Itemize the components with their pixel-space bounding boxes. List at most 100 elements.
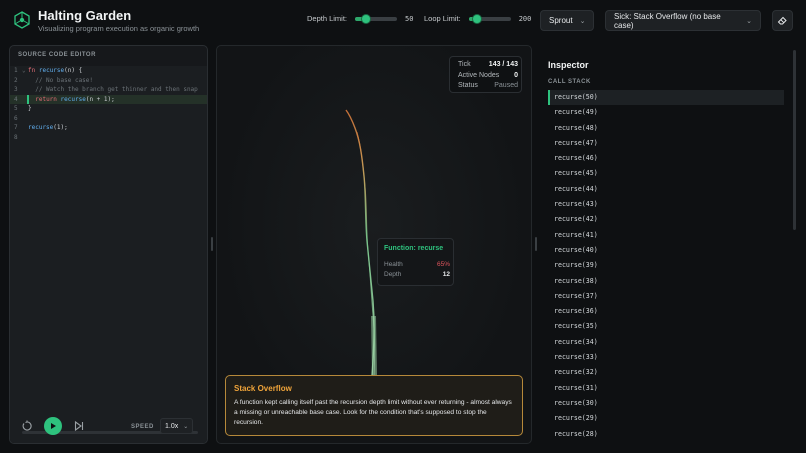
code-token: (1); (53, 124, 68, 131)
call-stack-item[interactable]: recurse(29) (548, 411, 784, 426)
speed-dropdown[interactable]: 1.0x ⌄ (160, 418, 193, 434)
code-editor[interactable]: 1 ⌄ fn recurse(n) {2 // No base case! 3 // … (10, 66, 207, 443)
code-token: recurse (28, 124, 54, 131)
tooltip-health-label: Health (384, 261, 403, 268)
line-number: 4 (14, 95, 18, 103)
line-number: 3 (14, 86, 18, 93)
inspector-title: Inspector (548, 60, 589, 70)
call-stack-header: CALL STACK (548, 79, 591, 85)
editor-header: SOURCE CODE EDITOR (18, 52, 96, 58)
play-icon (51, 423, 56, 429)
call-stack-item[interactable]: recurse(48) (548, 121, 784, 136)
eraser-icon (777, 16, 787, 25)
source-code-editor-panel: SOURCE CODE EDITOR 1 ⌄ fn recurse(n) {2 //… (9, 45, 208, 444)
stat-active-nodes: Active Nodes 0 (458, 72, 518, 79)
code-token: (n) { (64, 67, 83, 74)
speed-value: 1.0x (165, 422, 179, 430)
right-split-handle[interactable] (535, 237, 537, 251)
call-stack-item[interactable]: recurse(39) (548, 258, 784, 273)
stat-tick: Tick 143 / 143 (458, 61, 518, 68)
call-stack-item[interactable]: recurse(43) (548, 197, 784, 212)
scenario-dropdown[interactable]: Sick: Stack Overflow (no base case) ⌄ (605, 10, 761, 31)
call-stack-list: recurse(50) recurse(49) recurse(48) recurse… (548, 90, 784, 442)
call-stack-item[interactable]: recurse(45) (548, 166, 784, 181)
code-line[interactable]: 8 (10, 133, 207, 143)
chevron-down-icon: ⌄ (746, 17, 752, 25)
call-stack-item[interactable]: recurse(32) (548, 365, 784, 380)
loop-limit-label: Loop Limit: (424, 14, 461, 23)
call-stack-item[interactable]: recurse(36) (548, 304, 784, 319)
call-stack-item[interactable]: recurse(38) (548, 274, 784, 289)
depth-limit-thumb[interactable] (360, 13, 371, 24)
call-stack-item[interactable]: recurse(44) (548, 182, 784, 197)
stem-base (371, 316, 377, 376)
code-token: return (35, 95, 57, 103)
call-stack-item[interactable]: recurse(50) (548, 90, 784, 106)
call-stack-item[interactable]: recurse(46) (548, 151, 784, 166)
node-tooltip: Function: recurse Health 65% Depth 12 (377, 238, 454, 286)
stack-overflow-alert: Stack Overflow A function kept calling i… (225, 375, 523, 436)
tooltip-depth-row: Depth 12 (384, 271, 450, 278)
stat-status-label: Status (458, 82, 478, 89)
call-stack-item[interactable]: recurse(34) (548, 335, 784, 350)
alert-body: A function kept calling itself past the … (234, 399, 512, 426)
clear-button[interactable] (772, 10, 793, 31)
stem-outer (345, 109, 375, 377)
code-line[interactable]: 4 return recurse(n + 1); (10, 94, 207, 104)
loop-limit-value: 200 (518, 14, 532, 23)
code-line[interactable]: 7 recurse(1); (10, 123, 207, 133)
call-stack-item[interactable]: recurse(47) (548, 136, 784, 151)
inspector-scrollbar[interactable] (793, 50, 796, 230)
depth-limit-label: Depth Limit: (307, 14, 348, 23)
tooltip-depth-label: Depth (384, 271, 402, 278)
code-token: // Watch the branch get thinner and then… (28, 86, 198, 93)
code-line[interactable]: 5} (10, 104, 207, 114)
stat-status-value: Paused (494, 82, 518, 89)
call-stack-item[interactable]: recurse(42) (548, 212, 784, 227)
call-stack-item[interactable]: recurse(35) (548, 319, 784, 334)
tooltip-title: Function: recurse (384, 245, 444, 252)
code-line[interactable]: 2 // No base case! (10, 76, 207, 86)
depth-limit-slider[interactable] (355, 13, 398, 24)
call-stack-item[interactable]: recurse(41) (548, 228, 784, 243)
app-subtitle: Visualizing program execution as organic… (38, 24, 200, 33)
call-stack-item[interactable]: recurse(33) (548, 350, 784, 365)
call-stack-item[interactable]: recurse(28) (548, 427, 784, 442)
stat-status: Status Paused (458, 82, 518, 89)
loop-limit-control: Loop Limit: 200 (424, 13, 532, 24)
stat-tick-value: 143 / 143 (488, 61, 518, 68)
call-stack-item[interactable]: recurse(30) (548, 396, 784, 411)
alert-title: Stack Overflow (234, 384, 292, 393)
left-split-handle[interactable] (211, 237, 213, 251)
line-number: 6 (14, 114, 18, 122)
scenario-dropdown-value: Sick: Stack Overflow (no base case) (614, 11, 721, 30)
step-forward-icon[interactable] (73, 420, 85, 432)
code-token: recurse (60, 95, 86, 103)
code-token: (n + 1); (85, 95, 115, 103)
call-stack-item[interactable]: recurse(37) (548, 289, 784, 304)
depth-limit-control: Depth Limit: 50 (307, 13, 413, 24)
inspector-panel: Inspector CALL STACK recurse(50) recurse(… (540, 45, 798, 453)
reset-icon[interactable] (21, 420, 33, 432)
line-number: 5 (14, 105, 18, 112)
loop-limit-slider[interactable] (468, 13, 511, 24)
execution-stats-panel: Tick 143 / 143 Active Nodes 0 Status Pau… (449, 56, 522, 93)
call-stack-item[interactable]: recurse(49) (548, 105, 784, 120)
code-line[interactable]: 6 (10, 114, 207, 124)
code-line[interactable]: 3 // Watch the branch get thinner and th… (10, 85, 207, 95)
line-number: 7 (14, 124, 18, 131)
call-stack-item[interactable]: recurse(40) (548, 243, 784, 258)
tooltip-depth-value: 12 (442, 271, 450, 278)
mode-dropdown[interactable]: Sprout ⌄ (540, 10, 594, 31)
code-token: // No base case! (28, 76, 94, 84)
call-stack-item[interactable]: recurse(31) (548, 381, 784, 396)
play-button[interactable] (44, 417, 62, 435)
code-line[interactable]: 1 ⌄ fn recurse(n) { (10, 66, 207, 76)
line-number: 1 (14, 67, 18, 74)
garden-logo-icon (14, 11, 30, 29)
line-number: 8 (14, 133, 18, 141)
code-token: recurse (38, 67, 65, 74)
loop-limit-thumb[interactable] (472, 13, 483, 24)
app-title: Halting Garden (38, 8, 132, 23)
stat-tick-label: Tick (458, 61, 471, 68)
